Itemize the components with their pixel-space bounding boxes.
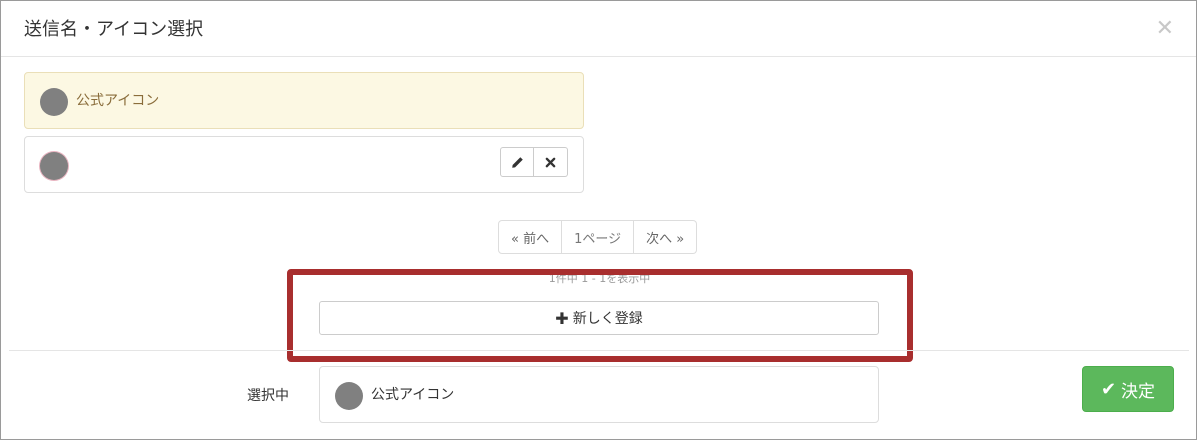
selected-label: 選択中: [247, 388, 289, 404]
decide-label: 決定: [1121, 381, 1156, 402]
result-count: 1件中 1 - 1を表示中: [548, 272, 651, 285]
modal-header: 送信名・アイコン選択 ✕: [1, 1, 1196, 57]
icon-list-item[interactable]: [24, 136, 584, 193]
selected-icon-label: 公式アイコン: [371, 387, 455, 403]
plus-icon: ✚: [555, 308, 569, 328]
avatar: [40, 88, 68, 116]
edit-button[interactable]: [500, 147, 534, 177]
selected-icon-display: 公式アイコン: [319, 366, 879, 423]
new-register-label: 新しく登録: [572, 311, 643, 327]
pagination: « 前へ 1ページ 次へ »: [498, 220, 698, 254]
pagination-prev[interactable]: « 前へ: [498, 220, 563, 254]
times-icon: [545, 157, 556, 167]
avatar: [335, 382, 363, 410]
icon-select-modal: 送信名・アイコン選択 ✕ 公式アイコン « 前へ 1ページ 次へ » 1件中 1…: [0, 0, 1197, 440]
item-action-group: [500, 147, 568, 177]
pencil-icon: [511, 156, 523, 168]
icon-list-item-official[interactable]: 公式アイコン: [24, 72, 584, 129]
close-icon[interactable]: ✕: [1156, 17, 1174, 41]
icon-item-label: 公式アイコン: [76, 93, 160, 109]
footer-divider: [9, 350, 1189, 351]
pagination-current[interactable]: 1ページ: [562, 220, 635, 254]
avatar: [40, 152, 68, 180]
modal-title: 送信名・アイコン選択: [24, 19, 204, 40]
delete-button[interactable]: [534, 147, 568, 177]
check-icon: ✔: [1100, 378, 1117, 400]
new-register-button[interactable]: ✚ 新しく登録: [319, 301, 879, 335]
decide-button[interactable]: ✔ 決定: [1082, 366, 1174, 412]
pagination-next[interactable]: 次へ »: [634, 220, 698, 254]
